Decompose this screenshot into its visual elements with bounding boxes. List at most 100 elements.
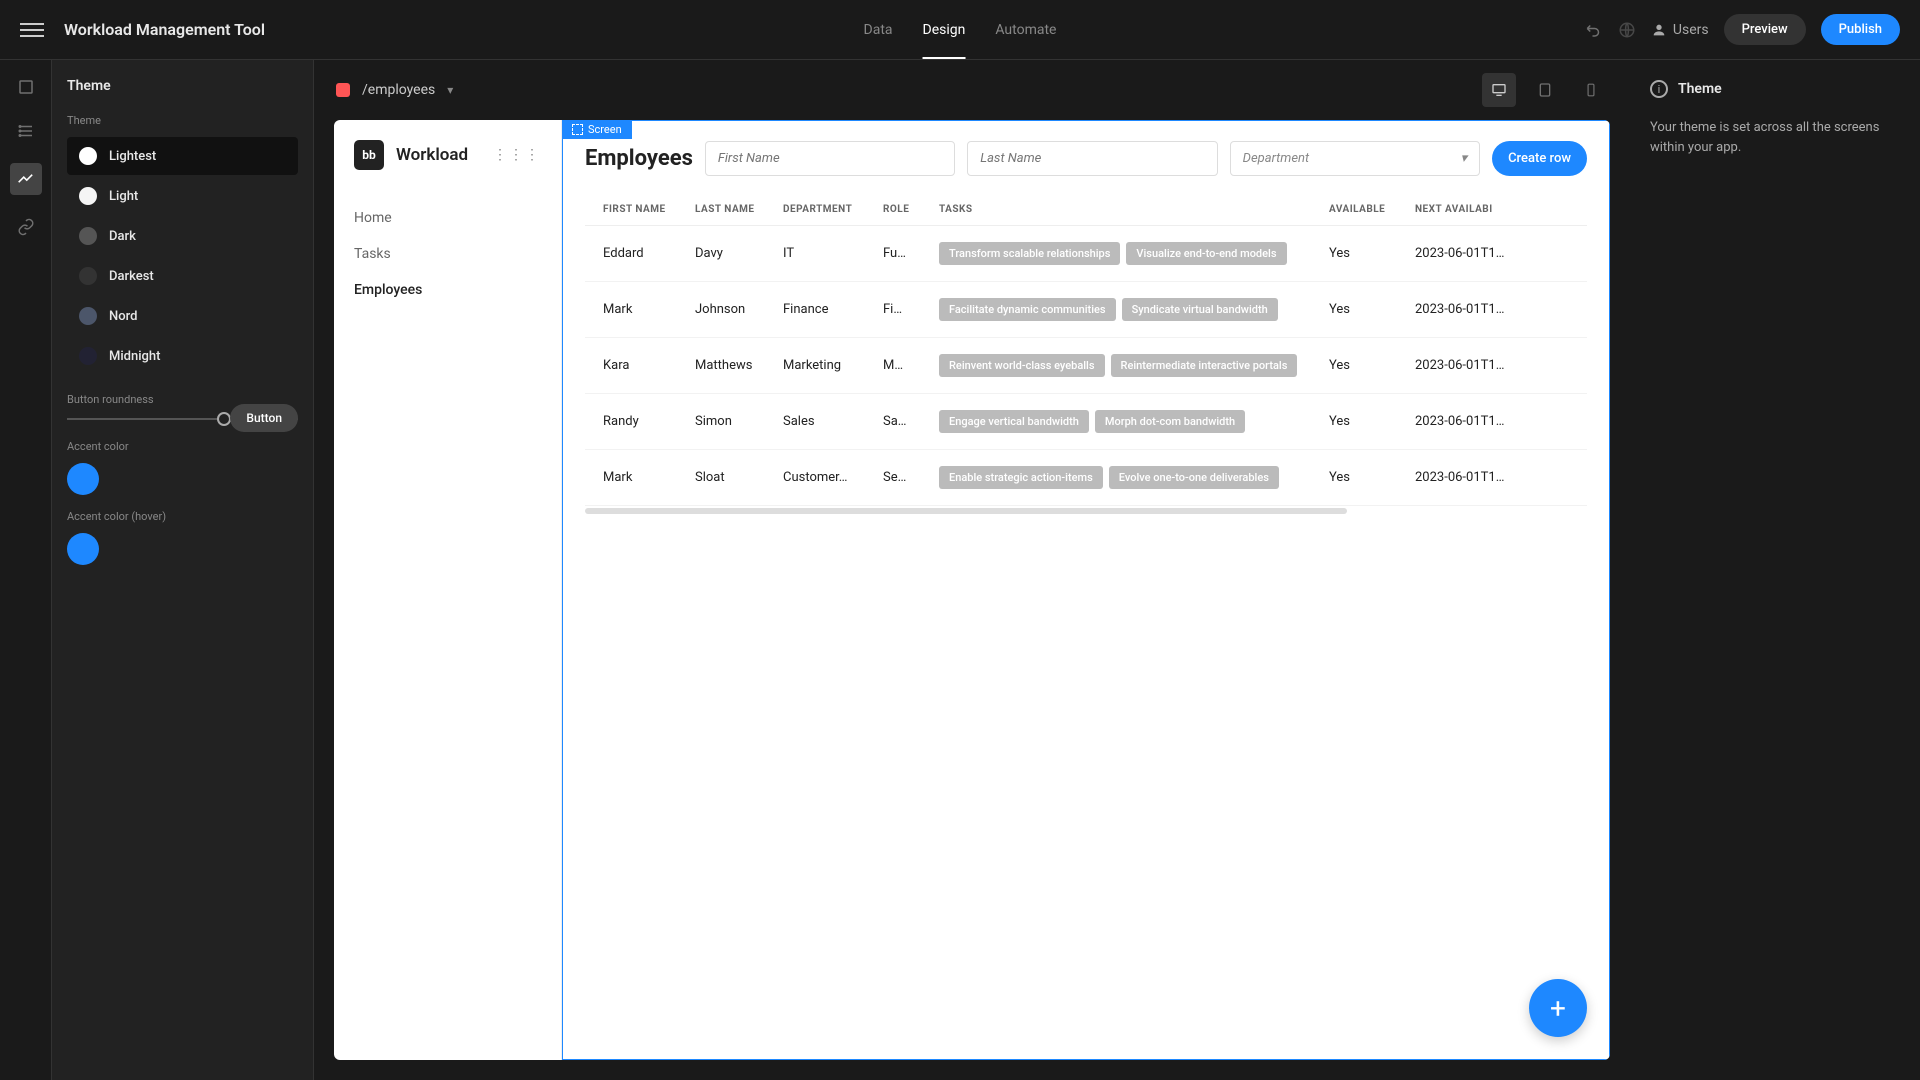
nav-item-tasks[interactable]: Tasks <box>354 236 541 272</box>
last-name-input[interactable] <box>967 141 1217 176</box>
cell-next-available: 2023-06-01T1… <box>1415 358 1569 373</box>
theme-name: Dark <box>109 229 136 244</box>
tab-data[interactable]: Data <box>864 0 893 59</box>
theme-option-darkest[interactable]: Darkest <box>67 257 298 295</box>
tab-design[interactable]: Design <box>923 0 966 59</box>
cell-last-name: Simon <box>695 414 783 429</box>
preview-button[interactable]: Preview <box>1724 14 1806 45</box>
theme-swatch <box>79 307 97 325</box>
task-chip: Reintermediate interactive portals <box>1111 354 1298 377</box>
icon-sidebar <box>0 60 52 1080</box>
theme-option-dark[interactable]: Dark <box>67 217 298 255</box>
cell-role: M… <box>883 358 939 373</box>
cell-first-name: Randy <box>603 414 695 429</box>
table-row[interactable]: Eddard Davy IT Fu… Transform scalable re… <box>585 226 1587 282</box>
task-chip: Visualize end-to-end models <box>1126 242 1286 265</box>
tablet-icon[interactable] <box>1528 73 1562 107</box>
cell-department: IT <box>783 246 883 261</box>
app-logo: bb <box>354 140 384 170</box>
theme-option-light[interactable]: Light <box>67 177 298 215</box>
task-chip: Facilitate dynamic communities <box>939 298 1116 321</box>
screens-icon[interactable] <box>14 75 38 99</box>
create-row-button[interactable]: Create row <box>1492 141 1587 176</box>
cell-tasks: Engage vertical bandwidthMorph dot-com b… <box>939 410 1329 433</box>
table-header: FIRST NAME LAST NAME DEPARTMENT ROLE TAS… <box>585 194 1587 226</box>
cell-available: Yes <box>1329 358 1415 373</box>
drag-icon[interactable]: ⋮⋮⋮ <box>493 147 541 163</box>
theme-swatch <box>79 147 97 165</box>
cell-tasks: Reinvent world-class eyeballs Reintermedi… <box>939 354 1329 377</box>
screen-tag-icon <box>572 124 583 135</box>
cell-next-available: 2023-06-01T1… <box>1415 470 1569 485</box>
theme-option-midnight[interactable]: Midnight <box>67 337 298 375</box>
employees-table: FIRST NAME LAST NAME DEPARTMENT ROLE TAS… <box>585 194 1587 514</box>
col-available[interactable]: AVAILABLE <box>1329 204 1415 215</box>
page-title: Employees <box>585 146 693 171</box>
users-button[interactable]: Users <box>1651 22 1709 38</box>
task-chip: Evolve one-to-one deliverables <box>1109 466 1279 489</box>
undo-icon[interactable] <box>1585 21 1603 39</box>
table-row[interactable]: Mark Sloat Customer… Se… Enable strategi… <box>585 450 1587 506</box>
col-tasks[interactable]: TASKS <box>939 204 1329 215</box>
mobile-icon[interactable] <box>1574 73 1608 107</box>
slider-thumb[interactable] <box>217 412 231 426</box>
components-icon[interactable] <box>14 119 38 143</box>
table-row[interactable]: Kara Matthews Marketing M… Reinvent worl… <box>585 338 1587 394</box>
col-first-name[interactable]: FIRST NAME <box>603 204 695 215</box>
cell-role: Fi… <box>883 302 939 317</box>
desktop-icon[interactable] <box>1482 73 1516 107</box>
col-next-available[interactable]: NEXT AVAILABI <box>1415 204 1569 215</box>
accent-hover-swatch[interactable] <box>67 533 99 565</box>
cell-department: Customer… <box>783 470 883 485</box>
first-name-input[interactable] <box>705 141 955 176</box>
cell-available: Yes <box>1329 302 1415 317</box>
task-chip: Syndicate virtual bandwidth <box>1122 298 1278 321</box>
cell-available: Yes <box>1329 470 1415 485</box>
chevron-down-icon[interactable]: ▾ <box>447 83 453 97</box>
publish-button[interactable]: Publish <box>1821 14 1900 45</box>
theme-name: Light <box>109 189 138 204</box>
theme-name: Darkest <box>109 269 154 284</box>
panel-title: Theme <box>67 78 298 94</box>
tab-automate[interactable]: Automate <box>995 0 1056 59</box>
theme-icon[interactable] <box>10 163 42 195</box>
cell-department: Sales <box>783 414 883 429</box>
cell-last-name: Davy <box>695 246 783 261</box>
cell-tasks: Transform scalable relationshipsVisualiz… <box>939 242 1329 265</box>
nav-item-employees[interactable]: Employees <box>354 272 541 308</box>
link-icon[interactable] <box>14 215 38 239</box>
col-role[interactable]: ROLE <box>883 204 939 215</box>
theme-swatch <box>79 267 97 285</box>
cell-next-available: 2023-06-01T1… <box>1415 302 1569 317</box>
cell-role: Fu… <box>883 246 939 261</box>
theme-option-lightest[interactable]: Lightest <box>67 137 298 175</box>
hamburger-icon[interactable] <box>20 18 44 42</box>
users-label: Users <box>1673 22 1709 38</box>
table-row[interactable]: Mark Johnson Finance Fi… Facilitate dyna… <box>585 282 1587 338</box>
cell-department: Finance <box>783 302 883 317</box>
right-panel-title: Theme <box>1678 81 1722 97</box>
department-placeholder: Department <box>1243 151 1309 166</box>
accent-color-swatch[interactable] <box>67 463 99 495</box>
cell-role: Se… <box>883 470 939 485</box>
screen-container[interactable]: Screen Employees Department ▾ Create row <box>562 120 1610 1060</box>
route-text[interactable]: /employees <box>362 82 435 98</box>
nav-item-home[interactable]: Home <box>354 200 541 236</box>
col-last-name[interactable]: LAST NAME <box>695 204 783 215</box>
cell-next-available: 2023-06-01T1… <box>1415 414 1569 429</box>
cell-first-name: Kara <box>603 358 695 373</box>
theme-name: Nord <box>109 309 137 324</box>
table-horizontal-scrollbar[interactable] <box>585 508 1347 514</box>
col-department[interactable]: DEPARTMENT <box>783 204 883 215</box>
task-chip: Enable strategic action-items <box>939 466 1103 489</box>
task-chip: Reinvent world-class eyeballs <box>939 354 1105 377</box>
cell-available: Yes <box>1329 246 1415 261</box>
cell-department: Marketing <box>783 358 883 373</box>
department-select[interactable]: Department ▾ <box>1230 141 1480 176</box>
table-row[interactable]: Randy Simon Sales Sa… Engage vertical ba… <box>585 394 1587 450</box>
app-title: Workload Management Tool <box>64 20 265 39</box>
theme-option-nord[interactable]: Nord <box>67 297 298 335</box>
globe-icon[interactable] <box>1618 21 1636 39</box>
fab-add-button[interactable]: + <box>1529 979 1587 1037</box>
cell-tasks: Enable strategic action-items Evolve one-… <box>939 466 1329 489</box>
